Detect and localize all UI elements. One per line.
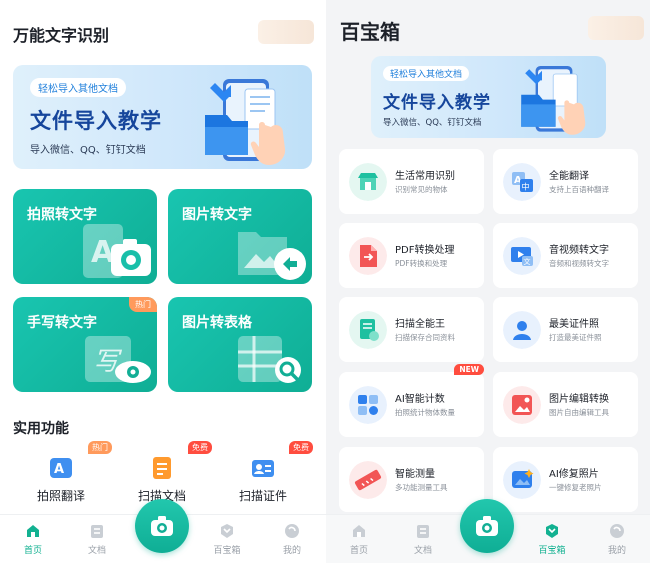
nav-toolbox[interactable]: 百宝箱 [202, 523, 252, 556]
photo-text-icon: A [83, 224, 151, 278]
nav-home[interactable]: 首页 [334, 523, 384, 556]
portrait-icon [503, 311, 541, 349]
image-text-icon [238, 232, 306, 280]
av-to-text-tool[interactable]: 文 音视频转文字 音频和视频转文字 [493, 223, 638, 288]
phone-folder-hand-icon [521, 66, 586, 135]
hot-badge: 热门 [129, 297, 157, 312]
nav-profile[interactable]: 我的 [592, 523, 642, 556]
translate-icon: A [50, 458, 72, 478]
nav-documents[interactable]: 文档 [398, 523, 448, 556]
banner-subtitle: 导入微信、QQ、钉钉文档 [30, 145, 146, 156]
image-to-text-card[interactable]: 图片转文字 [168, 189, 312, 284]
vip-badge[interactable] [588, 16, 644, 40]
import-tutorial-banner[interactable]: 轻松导入其他文档 文件导入教学 导入微信、QQ、钉钉文档 [13, 65, 312, 169]
scan-file-icon [349, 311, 387, 349]
ruler-icon [349, 461, 387, 499]
phone-folder-hand-icon [205, 79, 286, 165]
import-tutorial-banner[interactable]: 轻松导入其他文档 文件导入教学 导入微信、QQ、钉钉文档 [371, 56, 606, 138]
banner-tag: 轻松导入其他文档 [30, 78, 126, 97]
camera-icon [476, 516, 498, 536]
image-edit-tool[interactable]: 图片编辑转换 图片自由编辑工具 [493, 372, 638, 437]
banner-tag: 轻松导入其他文档 [383, 66, 470, 81]
pdf-icon [349, 237, 387, 275]
handwriting-eye-icon: 写 [85, 336, 151, 383]
photo-translate-tool[interactable]: A 拍照翻译 [11, 455, 111, 505]
store-icon [349, 163, 387, 201]
toolbox-icon [221, 524, 233, 538]
id-photo-tool[interactable]: 最美证件照 打造最美证件照 [493, 297, 638, 362]
pdf-convert-tool[interactable]: PDF转换处理 PDF转换和处理 [339, 223, 484, 288]
banner-subtitle: 导入微信、QQ、钉钉文档 [383, 118, 482, 128]
camera-button[interactable] [460, 499, 514, 553]
document-icon [417, 525, 429, 538]
id-card-icon [252, 460, 274, 477]
page-title: 百宝箱 [340, 20, 400, 44]
free-badge: 免费 [289, 441, 313, 454]
vip-badge[interactable] [258, 20, 314, 44]
banner-title: 文件导入教学 [383, 93, 491, 113]
photo-repair-icon [503, 461, 541, 499]
toolbox-screen: 百宝箱 轻松导入其他文档 文件导入教学 导入微信、QQ、钉钉文档 生活常用识别 … [326, 0, 650, 563]
camera-button[interactable] [135, 499, 189, 553]
toolbox-icon [546, 524, 558, 538]
scan-id-tool[interactable]: 扫描证件 [213, 455, 313, 505]
hot-badge: 热门 [88, 441, 112, 454]
scanner-tool[interactable]: 扫描全能王 扫描保存合同资料 [339, 297, 484, 362]
nav-home[interactable]: 首页 [8, 523, 58, 556]
tool-label: 拍照翻译 [36, 489, 85, 503]
nav-toolbox[interactable]: 百宝箱 [527, 523, 577, 556]
life-recognition-tool[interactable]: 生活常用识别 识别常见的物体 [339, 149, 484, 214]
nav-profile[interactable]: 我的 [267, 523, 317, 556]
svg-text:中: 中 [522, 182, 530, 192]
measure-tool[interactable]: 智能测量 多功能测量工具 [339, 447, 484, 512]
count-icon [349, 386, 387, 424]
camera-icon [151, 516, 173, 536]
banner-title: 文件导入教学 [30, 109, 162, 133]
document-icon [91, 525, 103, 538]
section-title: 实用功能 [13, 421, 69, 437]
image-edit-icon [503, 386, 541, 424]
scan-document-icon [153, 457, 171, 479]
page-title: 万能文字识别 [13, 26, 110, 45]
nav-documents[interactable]: 文档 [72, 523, 122, 556]
translate-tool[interactable]: A 中 全能翻译 支持上百语种翻译 [493, 149, 638, 214]
home-icon [353, 525, 365, 537]
free-badge: 免费 [188, 441, 212, 454]
tool-label: 扫描证件 [238, 489, 287, 503]
svg-text:文: 文 [524, 257, 531, 266]
scan-document-tool[interactable]: 扫描文档 [112, 455, 212, 505]
handwriting-to-text-card[interactable]: 热门 手写转文字 写 [13, 297, 157, 392]
table-search-icon [238, 336, 301, 383]
home-screen: 万能文字识别 轻松导入其他文档 文件导入教学 导入微信、QQ、钉钉文档 拍照转文… [0, 0, 326, 563]
translate-icon: A 中 [503, 163, 541, 201]
photo-to-text-card[interactable]: 拍照转文字 A [13, 189, 157, 284]
video-text-icon: 文 [503, 237, 541, 275]
ai-count-tool[interactable]: NEW AI智能计数 拍照统计物体数量 [339, 364, 484, 437]
profile-icon [610, 524, 624, 538]
image-to-table-card[interactable]: 图片转表格 [168, 297, 312, 392]
new-badge: NEW [454, 364, 484, 375]
ai-repair-photo-tool[interactable]: AI修复照片 一键修复老照片 [493, 447, 638, 512]
svg-text:A: A [54, 462, 64, 477]
home-icon [27, 525, 39, 537]
profile-icon [285, 524, 299, 538]
